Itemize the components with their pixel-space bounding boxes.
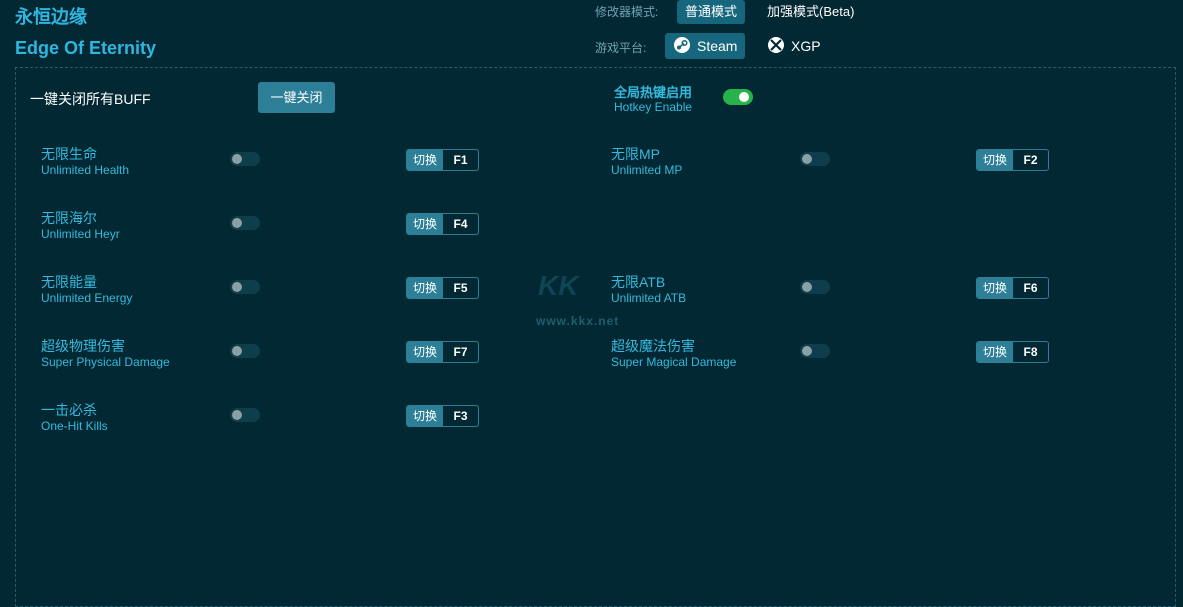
option-label-en: Super Physical Damage	[41, 355, 170, 369]
switch-label: 切换	[407, 278, 444, 298]
switch-label: 切换	[977, 342, 1014, 362]
option-label-en: Super Magical Damage	[611, 355, 737, 369]
option-label-en: Unlimited Energy	[41, 291, 133, 305]
platform-label: 游戏平台:	[595, 41, 647, 55]
buff-label: 一键关闭所有BUFF	[30, 91, 151, 107]
super-magical-damage-toggle[interactable]	[800, 344, 830, 358]
close-all-buff-button[interactable]: 一键关闭	[258, 82, 335, 113]
steam-icon	[673, 36, 691, 57]
options-panel	[15, 67, 1176, 607]
switch-label: 切换	[977, 278, 1014, 298]
toggle-knob	[802, 282, 812, 292]
platform-steam-button[interactable]: Steam	[665, 33, 746, 59]
unlimited-energy-toggle[interactable]	[230, 280, 260, 294]
hotkey-label-cn: 全局热键启用	[614, 85, 693, 100]
toggle-knob	[232, 282, 242, 292]
hotkey-key: F2	[1023, 153, 1038, 167]
toggle-knob	[232, 154, 242, 164]
toggle-knob	[232, 218, 242, 228]
toggle-knob	[802, 346, 812, 356]
hotkey-key: F1	[453, 153, 468, 167]
hotkey-key: F4	[453, 217, 468, 231]
hotkey-enable-toggle[interactable]	[723, 89, 753, 105]
hotkey-switch[interactable]: 切换 F2	[976, 149, 1050, 171]
option-label-cn: 无限海尔	[41, 210, 97, 226]
hotkey-key: F7	[453, 345, 468, 359]
hotkey-key: F8	[1023, 345, 1038, 359]
toggle-knob	[232, 346, 242, 356]
mode-label: 修改器模式:	[595, 5, 659, 19]
toggle-knob	[802, 154, 812, 164]
option-label-cn: 超级魔法伤害	[611, 338, 695, 354]
hotkey-switch[interactable]: 切换 F8	[976, 341, 1050, 363]
mode-enhanced-button[interactable]: 加强模式(Beta)	[759, 0, 862, 24]
switch-label: 切换	[407, 214, 444, 234]
hotkey-switch[interactable]: 切换 F3	[406, 405, 480, 427]
switch-label: 切换	[407, 150, 444, 170]
option-label-cn: 无限ATB	[611, 274, 666, 290]
hotkey-label-en: Hotkey Enable	[614, 100, 693, 114]
platform-steam-label: Steam	[697, 38, 738, 54]
game-title-en: Edge Of Eternity	[15, 38, 157, 58]
switch-label: 切换	[407, 342, 444, 362]
option-label-cn: 无限能量	[41, 274, 97, 290]
switch-label: 切换	[977, 150, 1014, 170]
toggle-knob	[739, 92, 749, 102]
platform-xgp-button[interactable]: XGP	[759, 33, 829, 59]
hotkey-switch[interactable]: 切换 F7	[406, 341, 480, 363]
option-label-en: One-Hit Kills	[41, 419, 108, 433]
one-hit-kills-toggle[interactable]	[230, 408, 260, 422]
unlimited-mp-toggle[interactable]	[800, 152, 830, 166]
option-label-cn: 无限生命	[41, 146, 97, 162]
mode-normal-button[interactable]: 普通模式	[677, 0, 746, 24]
watermark-url: www.kkx.net	[536, 314, 620, 328]
hotkey-switch[interactable]: 切换 F4	[406, 213, 480, 235]
option-label-cn: 超级物理伤害	[41, 338, 125, 354]
game-title-cn: 永恒边缘	[15, 7, 87, 27]
option-label-en: Unlimited Health	[41, 163, 130, 177]
hotkey-switch[interactable]: 切换 F6	[976, 277, 1050, 299]
option-label-en: Unlimited ATB	[611, 291, 687, 305]
watermark-logo: KK	[538, 270, 579, 301]
xbox-icon	[767, 36, 785, 57]
platform-xgp-label: XGP	[791, 38, 821, 54]
option-label-cn: 无限MP	[611, 146, 660, 162]
unlimited-health-toggle[interactable]	[230, 152, 260, 166]
toggle-knob	[232, 410, 242, 420]
unlimited-heyr-toggle[interactable]	[230, 216, 260, 230]
hotkey-switch[interactable]: 切换 F5	[406, 277, 480, 299]
switch-label: 切换	[407, 406, 444, 426]
super-physical-damage-toggle[interactable]	[230, 344, 260, 358]
hotkey-switch[interactable]: 切换 F1	[406, 149, 480, 171]
hotkey-key: F6	[1023, 281, 1038, 295]
option-label-cn: 一击必杀	[41, 402, 97, 418]
option-label-en: Unlimited Heyr	[41, 227, 120, 241]
hotkey-key: F5	[453, 281, 468, 295]
option-label-en: Unlimited MP	[611, 163, 683, 177]
hotkey-key: F3	[453, 409, 468, 423]
unlimited-atb-toggle[interactable]	[800, 280, 830, 294]
